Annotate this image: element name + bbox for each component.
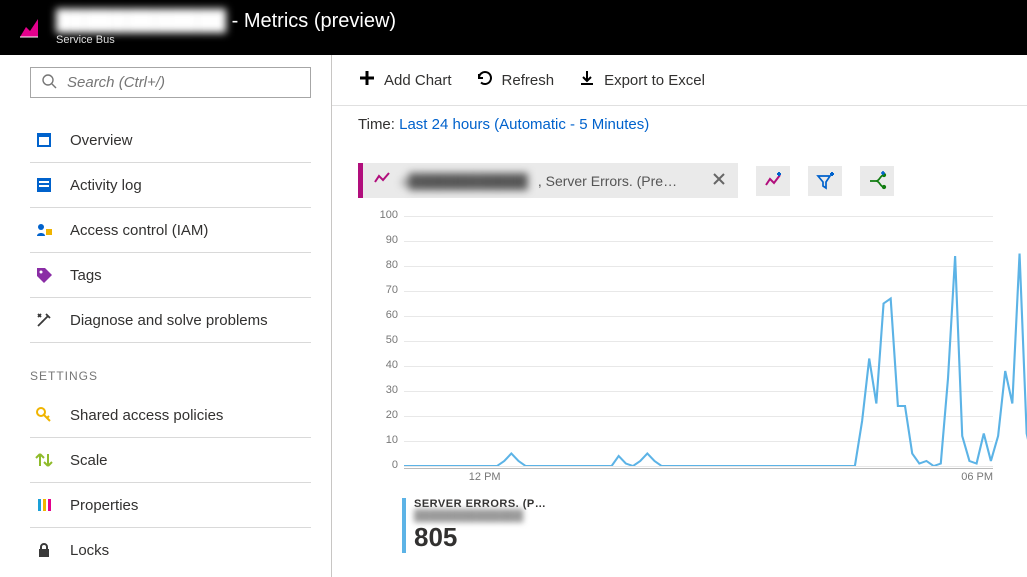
time-label: Time: bbox=[358, 116, 399, 133]
metric-chip[interactable]: a████████████ , Server Errors. (Pre… bbox=[358, 163, 738, 198]
metric-chip-prefix: a████████████ bbox=[401, 173, 528, 189]
add-chart-button[interactable]: Add Chart bbox=[358, 69, 452, 91]
y-tick-label: 0 bbox=[392, 459, 398, 471]
diagnose-icon bbox=[34, 310, 54, 330]
toolbar: Add Chart Refresh Export to Excel bbox=[332, 55, 1027, 106]
legend-value: 805 bbox=[414, 522, 1001, 553]
sidebar-item-label: Access control (IAM) bbox=[70, 222, 208, 239]
sidebar-item-label: Overview bbox=[70, 132, 133, 149]
y-tick-label: 100 bbox=[380, 209, 398, 221]
metrics-logo-icon bbox=[18, 17, 40, 39]
time-range-row: Time: Last 24 hours (Automatic - 5 Minut… bbox=[332, 106, 1027, 143]
access-control-icon bbox=[34, 220, 54, 240]
add-chart-label: Add Chart bbox=[384, 72, 452, 89]
sidebar-item-label: Properties bbox=[70, 497, 138, 514]
sidebar-item-label: Diagnose and solve problems bbox=[70, 312, 268, 329]
properties-icon bbox=[34, 495, 54, 515]
sidebar-item-properties[interactable]: Properties bbox=[30, 483, 311, 528]
y-tick-label: 30 bbox=[386, 384, 398, 396]
y-tick-label: 10 bbox=[386, 434, 398, 446]
x-tick-label: 06 PM bbox=[961, 471, 993, 483]
time-range-selector[interactable]: Last 24 hours (Automatic - 5 Minutes) bbox=[399, 116, 649, 133]
chart-series-line bbox=[404, 254, 1027, 467]
sidebar-item-tags[interactable]: Tags bbox=[30, 253, 311, 298]
download-icon bbox=[578, 69, 596, 91]
sidebar-item-scale[interactable]: Scale bbox=[30, 438, 311, 483]
y-tick-label: 40 bbox=[386, 359, 398, 371]
refresh-icon bbox=[476, 69, 494, 91]
search-box[interactable] bbox=[30, 67, 311, 98]
metric-chip-close[interactable] bbox=[710, 170, 728, 191]
sidebar-item-locks[interactable]: Locks bbox=[30, 528, 311, 572]
sidebar: Overview Activity log Access control (IA… bbox=[0, 55, 332, 577]
add-filter-button[interactable] bbox=[808, 166, 842, 196]
legend-title: SERVER ERRORS. (P… bbox=[414, 498, 1001, 510]
x-tick-label: 12 PM bbox=[469, 471, 501, 483]
chart: 0102030405060708090100 12 PM06 PM bbox=[364, 216, 1001, 496]
sidebar-item-shared-access-policies[interactable]: Shared access policies bbox=[30, 393, 311, 438]
refresh-label: Refresh bbox=[502, 72, 555, 89]
sidebar-item-label: Locks bbox=[70, 542, 109, 559]
activity-log-icon bbox=[34, 175, 54, 195]
export-label: Export to Excel bbox=[604, 72, 705, 89]
y-tick-label: 80 bbox=[386, 259, 398, 271]
plus-icon bbox=[358, 69, 376, 91]
sidebar-item-label: Activity log bbox=[70, 177, 142, 194]
line-chart-icon bbox=[373, 170, 391, 191]
add-metric-button[interactable] bbox=[756, 166, 790, 196]
overview-icon bbox=[34, 130, 54, 150]
search-input[interactable] bbox=[67, 74, 300, 91]
sidebar-item-label: Scale bbox=[70, 452, 108, 469]
y-tick-label: 60 bbox=[386, 309, 398, 321]
y-tick-label: 50 bbox=[386, 334, 398, 346]
scale-icon bbox=[34, 450, 54, 470]
export-button[interactable]: Export to Excel bbox=[578, 69, 705, 91]
sidebar-item-overview[interactable]: Overview bbox=[30, 118, 311, 163]
y-tick-label: 70 bbox=[386, 284, 398, 296]
key-icon bbox=[34, 405, 54, 425]
tags-icon bbox=[34, 265, 54, 285]
page-subtitle: Service Bus bbox=[56, 34, 396, 46]
sidebar-item-label: Tags bbox=[70, 267, 102, 284]
chart-legend[interactable]: SERVER ERRORS. (P… ██████████████ 805 bbox=[402, 498, 1001, 553]
sidebar-item-diagnose[interactable]: Diagnose and solve problems bbox=[30, 298, 311, 343]
page-title: ████████████ - Metrics (preview) bbox=[56, 10, 396, 32]
legend-subtitle: ██████████████ bbox=[414, 510, 1001, 522]
sidebar-item-label: Shared access policies bbox=[70, 407, 223, 424]
settings-header: SETTINGS bbox=[30, 369, 311, 383]
metric-chip-label: , Server Errors. (Pre… bbox=[538, 173, 677, 189]
lock-icon bbox=[34, 540, 54, 560]
sidebar-item-access-control[interactable]: Access control (IAM) bbox=[30, 208, 311, 253]
y-tick-label: 90 bbox=[386, 234, 398, 246]
search-icon bbox=[41, 73, 57, 92]
refresh-button[interactable]: Refresh bbox=[476, 69, 555, 91]
sidebar-item-activity-log[interactable]: Activity log bbox=[30, 163, 311, 208]
y-tick-label: 20 bbox=[386, 409, 398, 421]
add-grouping-button[interactable] bbox=[860, 166, 894, 196]
